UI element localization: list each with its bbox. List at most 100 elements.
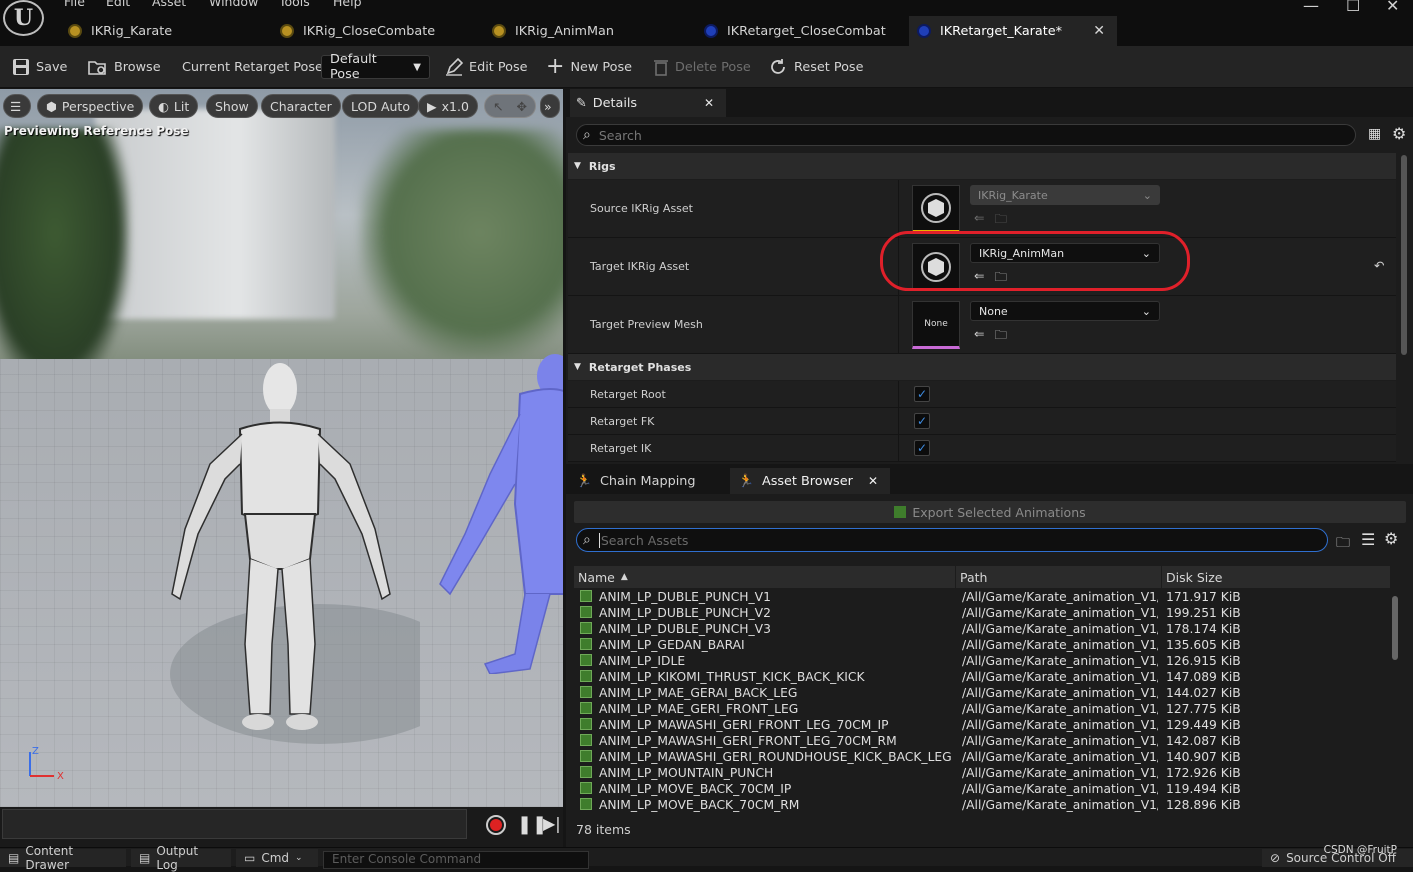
asset-search-input[interactable]: ⌕ Search Assets (576, 528, 1328, 552)
table-row[interactable]: ANIM_LP_IDLE/All/Game/Karate_animation_V… (574, 654, 1391, 670)
source-ikrig-dropdown[interactable]: IKRig_Karate ⌄ (970, 185, 1160, 205)
tab-ikrig-closecombate[interactable]: IKRig_CloseCombate (272, 16, 476, 46)
browse-asset-icon[interactable]: 🗀 (994, 210, 1007, 231)
source-asset-thumbnail[interactable] (912, 185, 960, 233)
more-options-button[interactable]: » (540, 94, 560, 118)
play-speed-button[interactable]: ▶ x1.0 (418, 94, 478, 118)
retarget-fk-checkbox[interactable]: ✓ (914, 413, 930, 429)
tab-details[interactable]: ✎ Details ✕ (570, 89, 726, 117)
table-row[interactable]: ANIM_LP_MAE_GERI_FRONT_LEG/All/Game/Kara… (574, 702, 1391, 718)
table-view-icon[interactable]: ▦ (1368, 126, 1381, 142)
export-animations-button[interactable]: Export Selected Animations (574, 501, 1406, 523)
filter-icon[interactable]: ☰ (1361, 530, 1375, 549)
table-row[interactable]: ANIM_LP_KIKOMI_THRUST_KICK_BACK_KICK/All… (574, 670, 1391, 686)
tab-asset-browser[interactable]: 🏃 Asset Browser ✕ (730, 468, 890, 494)
asset-disk-size: 172.926 KiB (1166, 766, 1241, 780)
console-command-input[interactable]: Enter Console Command (323, 851, 589, 869)
table-row[interactable]: ANIM_LP_MOUNTAIN_PUNCH/All/Game/Karate_a… (574, 766, 1391, 782)
reset-pose-button[interactable]: Reset Pose (768, 46, 863, 88)
tab-ikretarget-karate[interactable]: IKRetarget_Karate* ✕ (909, 16, 1117, 46)
tab-ikretarget-closecombat[interactable]: IKRetarget_CloseCombat (696, 16, 904, 46)
viewport-menu-button[interactable]: ☰ (3, 94, 31, 118)
lod-button[interactable]: LOD Auto (342, 94, 419, 118)
delete-pose-button[interactable]: Delete Pose (653, 46, 751, 88)
table-row[interactable]: ANIM_LP_DUBLE_PUNCH_V2/All/Game/Karate_a… (574, 606, 1391, 622)
table-row[interactable]: ANIM_LP_MAE_GERAI_BACK_LEG/All/Game/Kara… (574, 686, 1391, 702)
tab-ikrig-animman[interactable]: IKRig_AnimMan (484, 16, 688, 46)
close-tab-icon[interactable]: ✕ (868, 474, 878, 488)
column-name[interactable]: Name ▲ (574, 566, 956, 588)
unreal-logo-icon[interactable]: U (3, 0, 44, 36)
save-icon (894, 506, 907, 518)
transform-tools[interactable]: ↖ ✥ (484, 94, 536, 118)
column-path[interactable]: Path (956, 566, 1162, 588)
preview-mesh-dropdown[interactable]: None ⌄ (970, 301, 1160, 321)
edit-pose-button[interactable]: Edit Pose (445, 46, 527, 88)
tab-chain-mapping[interactable]: 🏃 Chain Mapping (568, 468, 728, 494)
table-row[interactable]: ANIM_LP_DUBLE_PUNCH_V3/All/Game/Karate_a… (574, 622, 1391, 638)
details-search-input[interactable]: ⌕ Search (576, 124, 1356, 146)
preview-viewport[interactable]: ☰ ⬢ Perspective ◐ Lit Show Character LOD… (0, 89, 563, 807)
character-button[interactable]: Character (261, 94, 341, 118)
menu-file[interactable]: File (64, 0, 85, 9)
section-retarget-phases[interactable]: ▼ Retarget Phases (568, 354, 1396, 380)
cmd-dropdown[interactable]: ▭ Cmd ⌄ (236, 849, 318, 867)
content-drawer-button[interactable]: ▤ Content Drawer (0, 844, 126, 872)
table-row[interactable]: ANIM_LP_MOVE_BACK_70CM_RM/All/Game/Karat… (574, 798, 1391, 812)
terminal-icon: ▭ (244, 851, 256, 865)
asset-path: /All/Game/Karate_animation_V1/A (962, 734, 1158, 748)
timeline-scrubber[interactable] (2, 809, 467, 839)
select-icon[interactable]: ↖ (493, 99, 503, 114)
use-selected-icon[interactable]: ⇐ (974, 210, 984, 231)
output-log-button[interactable]: ▤ Output Log (131, 844, 231, 872)
gear-icon[interactable]: ⚙ (1392, 124, 1406, 143)
table-row[interactable]: ANIM_LP_GEDAN_BARAI/All/Game/Karate_anim… (574, 638, 1391, 654)
current-pose-dropdown[interactable]: Default Pose ▼ (321, 52, 430, 82)
record-button[interactable] (486, 815, 506, 835)
gear-icon[interactable]: ⚙ (1384, 529, 1398, 548)
asset-name: ANIM_LP_MOVE_BACK_70CM_RM (599, 798, 800, 812)
details-scrollbar[interactable] (1401, 155, 1407, 355)
running-figure-icon: 🏃 (576, 473, 592, 489)
browse-asset-icon[interactable]: 🗀 (994, 326, 1007, 347)
table-row[interactable]: ANIM_LP_DUBLE_PUNCH_V1/All/Game/Karate_a… (574, 590, 1391, 606)
browse-button[interactable]: Browse (88, 46, 161, 88)
table-row[interactable]: ANIM_LP_MAWASHI_GERI_ROUNDHOUSE_KICK_BAC… (574, 750, 1391, 766)
svg-text:X: X (57, 771, 64, 782)
table-row[interactable]: ANIM_LP_MAWASHI_GERI_FRONT_LEG_70CM_RM/A… (574, 734, 1391, 750)
step-forward-icon[interactable]: ▶| (543, 814, 561, 833)
lit-button[interactable]: ◐ Lit (149, 94, 199, 118)
svg-text:Z: Z (32, 746, 39, 757)
perspective-button[interactable]: ⬢ Perspective (37, 94, 144, 118)
new-pose-button[interactable]: + New Pose (546, 46, 632, 88)
chevron-down-icon: ▼ (574, 362, 581, 372)
maximize-icon[interactable]: ☐ (1346, 0, 1360, 15)
section-rigs[interactable]: ▼ Rigs (568, 153, 1396, 179)
close-tab-icon[interactable]: ✕ (1093, 23, 1105, 39)
anim-sequence-icon (580, 638, 592, 650)
minimize-icon[interactable]: — (1303, 0, 1319, 15)
menu-window[interactable]: Window (209, 0, 258, 9)
move-icon[interactable]: ✥ (517, 99, 527, 114)
preview-mesh-thumbnail[interactable]: None (912, 301, 960, 349)
reset-to-default-icon[interactable]: ↶ (1374, 258, 1384, 273)
menu-asset[interactable]: Asset (152, 0, 186, 9)
table-row[interactable]: ANIM_LP_MAWASHI_GERI_FRONT_LEG_70CM_IP/A… (574, 718, 1391, 734)
asset-table-scrollbar[interactable] (1392, 596, 1398, 660)
table-row[interactable]: ANIM_LP_MOVE_BACK_70CM_IP/All/Game/Karat… (574, 782, 1391, 798)
asset-path: /All/Game/Karate_animation_V1/A (962, 750, 1158, 764)
column-disk-size[interactable]: Disk Size (1162, 566, 1391, 588)
show-button[interactable]: Show (206, 94, 258, 118)
tab-ikrig-karate[interactable]: IKRig_Karate (60, 16, 264, 46)
retarget-root-checkbox[interactable]: ✓ (914, 386, 930, 402)
retarget-ik-checkbox[interactable]: ✓ (914, 440, 930, 456)
menu-tools[interactable]: Tools (279, 0, 310, 9)
folder-search-icon[interactable]: 🗀 (1336, 532, 1350, 556)
menu-edit[interactable]: Edit (106, 0, 130, 9)
background-building (95, 109, 335, 319)
close-tab-icon[interactable]: ✕ (704, 96, 714, 110)
close-window-icon[interactable]: ✕ (1386, 0, 1399, 15)
save-button[interactable]: Save (12, 46, 67, 88)
use-selected-icon[interactable]: ⇐ (974, 326, 984, 347)
menu-help[interactable]: Help (333, 0, 362, 9)
